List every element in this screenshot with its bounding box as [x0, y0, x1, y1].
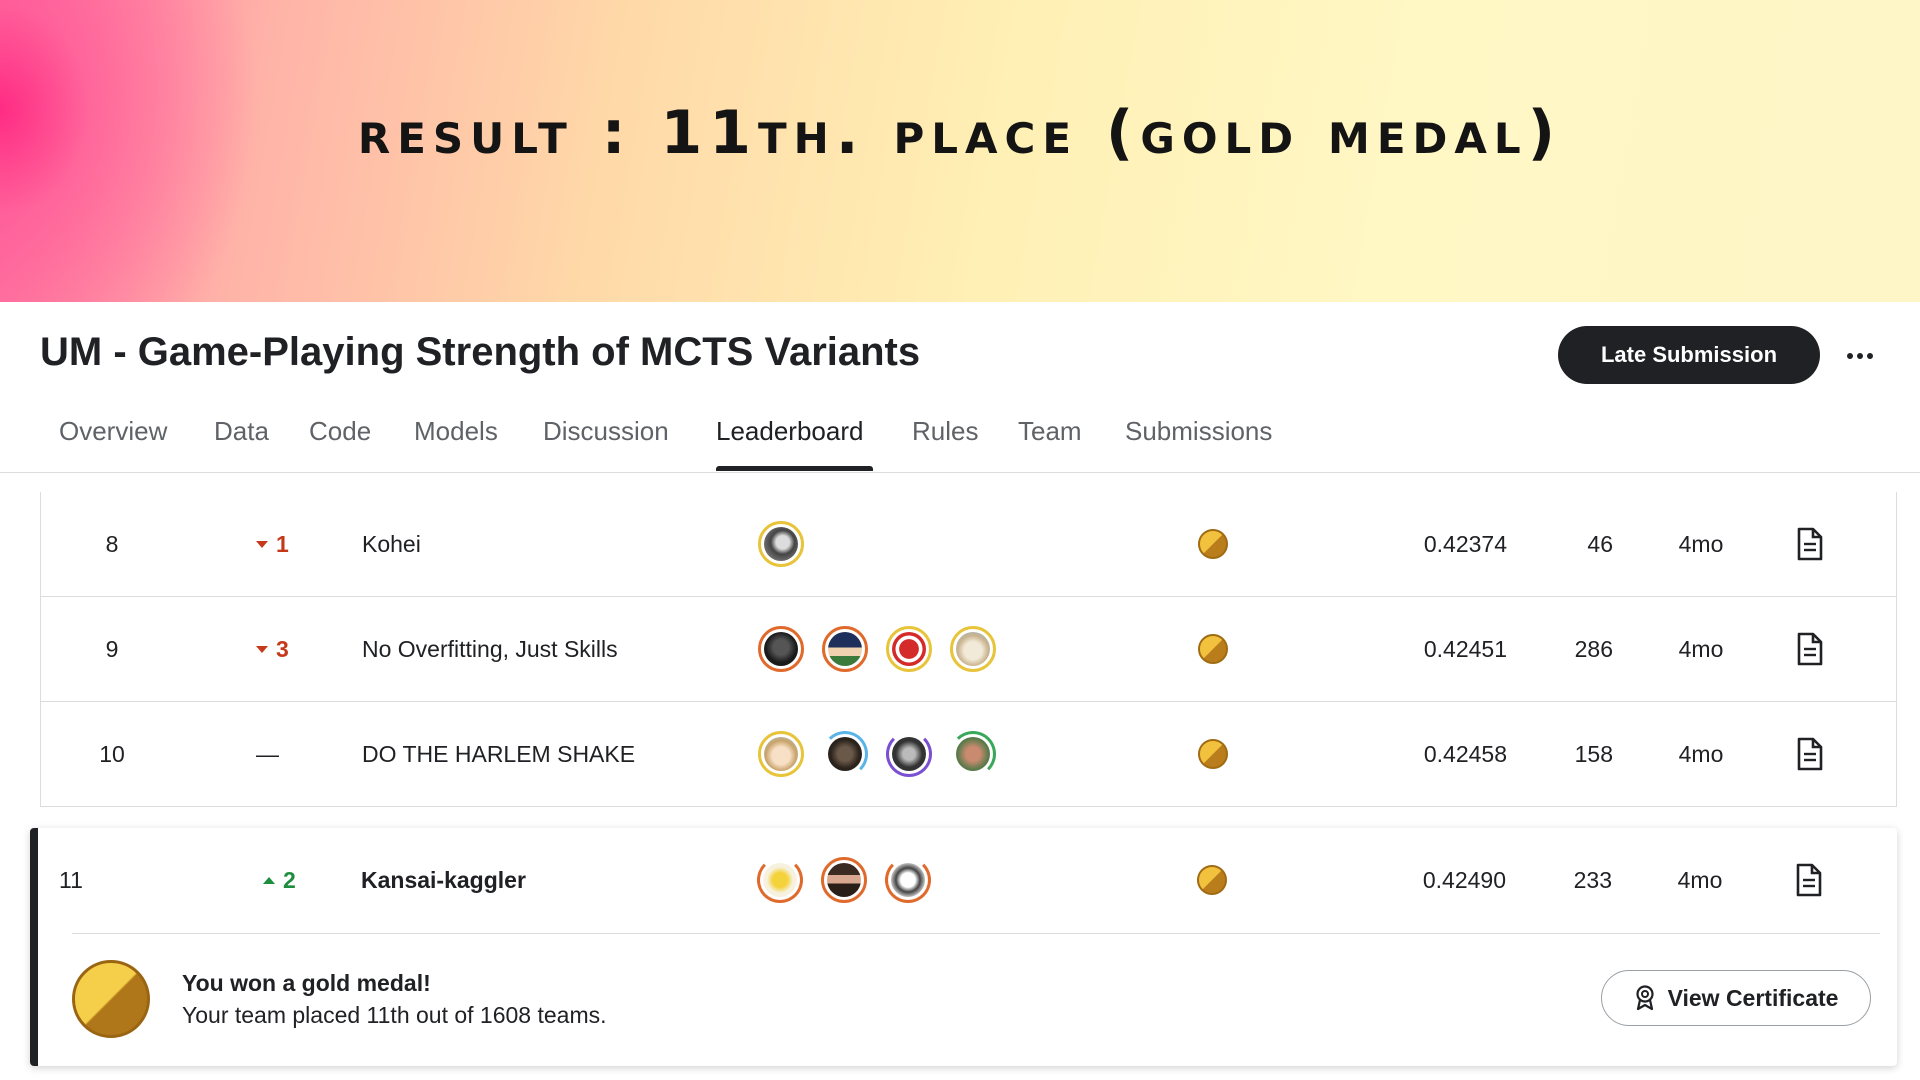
- rank-down-icon: [256, 645, 268, 653]
- rank-cell: 8: [105, 530, 119, 557]
- avatar[interactable]: [822, 731, 868, 777]
- gold-medal-icon: [1197, 865, 1227, 895]
- medal-message-subtitle: Your team placed 11th out of 1608 teams.: [182, 1002, 607, 1028]
- results-banner: result : 11th. place (gold medal): [0, 0, 1920, 302]
- tab-code[interactable]: Code: [309, 416, 371, 447]
- team-members: [757, 828, 1057, 932]
- medal-cell: [1193, 702, 1233, 806]
- row-divider: [72, 933, 1880, 934]
- view-certificate-label: View Certificate: [1667, 984, 1839, 1011]
- medal-message-title: You won a gold medal!: [182, 970, 431, 996]
- team-name[interactable]: Kansai-kaggler: [361, 828, 741, 932]
- avatar[interactable]: [758, 521, 804, 567]
- rank-cell: 9: [105, 635, 119, 662]
- document-icon[interactable]: [1789, 828, 1829, 932]
- avatar[interactable]: [757, 857, 803, 903]
- team-members: [758, 702, 1058, 806]
- more-options-icon[interactable]: [1840, 336, 1880, 376]
- avatar[interactable]: [822, 626, 868, 672]
- view-certificate-button[interactable]: View Certificate: [1601, 970, 1871, 1026]
- rank-change: —: [256, 702, 336, 806]
- gold-medal-large-icon: [72, 960, 150, 1038]
- tab-models[interactable]: Models: [414, 416, 498, 447]
- rank-change: 2: [263, 828, 343, 932]
- rank-change: 3: [256, 597, 336, 701]
- team-name[interactable]: DO THE HARLEM SHAKE: [362, 702, 742, 806]
- avatar[interactable]: [950, 626, 996, 672]
- tab-overview[interactable]: Overview: [59, 416, 167, 447]
- score-cell: 0.42451: [1423, 635, 1507, 662]
- medal-cell: [1193, 597, 1233, 701]
- avatar[interactable]: [758, 731, 804, 777]
- last-submission-cell: 4mo: [1677, 866, 1723, 893]
- tab-leaderboard[interactable]: Leaderboard: [716, 416, 863, 447]
- last-submission-cell: 4mo: [1678, 530, 1724, 557]
- active-tab-indicator: [716, 466, 873, 471]
- entries-cell: 46: [1587, 530, 1613, 557]
- rank-change-value: —: [256, 740, 279, 767]
- certificate-ribbon-icon: [1634, 985, 1656, 1011]
- team-members: [758, 597, 1058, 701]
- tab-rules[interactable]: Rules: [912, 416, 978, 447]
- rank-change-value: 3: [276, 635, 289, 662]
- competition-title: UM - Game-Playing Strength of MCTS Varia…: [40, 330, 921, 374]
- tab-submissions[interactable]: Submissions: [1125, 416, 1272, 447]
- table-row[interactable]: 10 — DO THE HARLEM SHAKE 0.42458 158 4mo: [40, 702, 1897, 807]
- competition-tabs: Overview Data Code Models Discussion Lea…: [0, 400, 1920, 473]
- late-submission-button[interactable]: Late Submission: [1558, 326, 1820, 384]
- entries-cell: 286: [1574, 635, 1613, 662]
- my-team-row[interactable]: 11 2 Kansai-kaggler 0.42490 233 4mo You …: [30, 828, 1897, 1066]
- team-name[interactable]: No Overfitting, Just Skills: [362, 597, 742, 701]
- document-icon[interactable]: [1790, 492, 1830, 596]
- entries-cell: 158: [1574, 740, 1613, 767]
- gold-medal-icon: [1198, 529, 1228, 559]
- table-row[interactable]: 8 1 Kohei 0.42374 46 4mo: [40, 492, 1897, 597]
- team-members: [758, 492, 1058, 596]
- rank-change-value: 2: [283, 866, 296, 893]
- tab-data[interactable]: Data: [214, 416, 269, 447]
- medal-cell: [1192, 828, 1232, 932]
- avatar[interactable]: [950, 731, 996, 777]
- document-icon[interactable]: [1790, 702, 1830, 806]
- gold-medal-icon: [1198, 739, 1228, 769]
- avatar[interactable]: [758, 626, 804, 672]
- entries-cell: 233: [1573, 866, 1612, 893]
- tab-team[interactable]: Team: [1018, 416, 1082, 447]
- document-icon[interactable]: [1790, 597, 1830, 701]
- rank-down-icon: [256, 540, 268, 548]
- tab-discussion[interactable]: Discussion: [543, 416, 669, 447]
- score-cell: 0.42490: [1422, 866, 1506, 893]
- rank-change-value: 1: [276, 530, 289, 557]
- banner-title: result : 11th. place (gold medal): [357, 98, 1563, 168]
- last-submission-cell: 4mo: [1678, 740, 1724, 767]
- team-name[interactable]: Kohei: [362, 492, 742, 596]
- rank-cell: 10: [99, 740, 125, 767]
- table-row[interactable]: 9 3 No Overfitting, Just Skills 0.42451 …: [40, 597, 1897, 702]
- rank-cell: 11: [59, 866, 83, 893]
- rank-change: 1: [256, 492, 336, 596]
- avatar[interactable]: [885, 857, 931, 903]
- avatar[interactable]: [886, 626, 932, 672]
- medal-cell: [1193, 492, 1233, 596]
- rank-up-icon: [263, 876, 275, 884]
- score-cell: 0.42458: [1423, 740, 1507, 767]
- score-cell: 0.42374: [1423, 530, 1507, 557]
- gold-medal-icon: [1198, 634, 1228, 664]
- avatar[interactable]: [821, 857, 867, 903]
- avatar[interactable]: [886, 731, 932, 777]
- last-submission-cell: 4mo: [1678, 635, 1724, 662]
